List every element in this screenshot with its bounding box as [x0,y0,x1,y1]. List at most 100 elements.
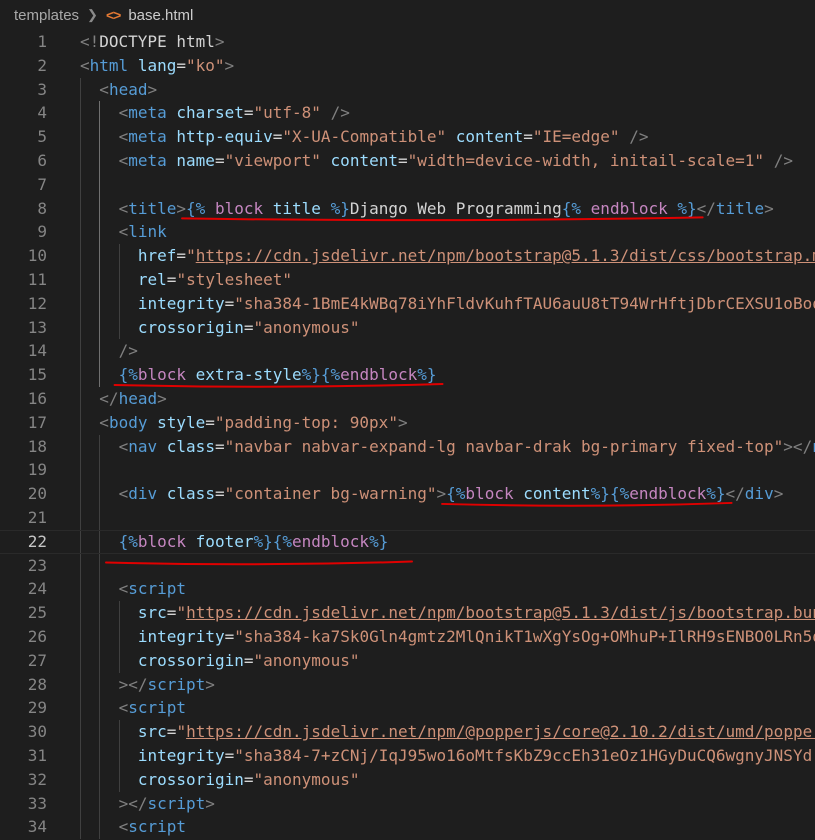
code-line[interactable]: 13 crossorigin="anonymous" [0,315,815,340]
indent-guide [80,434,81,459]
code-token: < [99,412,109,432]
line-number: 28 [27,674,47,694]
code-token: script [147,674,206,694]
code-line[interactable]: 8 <title>{% block title %}Django Web Prog… [0,196,815,221]
code-token: < [118,150,129,170]
code-token: = [166,603,177,623]
code-line[interactable]: 11 rel="stylesheet" [0,267,815,292]
code-token: = [176,246,187,266]
code-token: < [118,198,129,218]
code-line[interactable]: 29 <script [0,696,815,721]
indent-guide [99,553,101,578]
code-token: integrity [137,745,225,765]
line-number: 21 [27,507,47,527]
indent-guide [99,743,101,768]
line-number: 32 [27,769,47,789]
code-token: content [523,484,591,504]
code-token: endblock [629,484,707,504]
code-line[interactable]: 2 <html lang="ko"> [0,54,815,78]
code-line[interactable]: 9 <link [0,220,815,245]
code-line[interactable]: 10 href="https://cdn.jsdelivr.net/npm/boo… [0,244,815,268]
code-line[interactable]: 30 src="https://cdn.jsdelivr.net/npm/@pop… [0,720,815,744]
indent-guide [80,410,81,435]
code-line[interactable]: 24 <script [0,577,815,602]
code-token: title [128,198,177,218]
code-line[interactable]: 32 crossorigin="anonymous" [0,767,815,792]
code-line[interactable]: 16 </head> [0,386,815,411]
code-line[interactable]: 34 <script [0,815,815,840]
code-token: < [118,436,129,456]
code-line[interactable]: 22 {%block footer%}{%endblock%} [0,529,815,554]
code-line[interactable]: 1 <!DOCTYPE html> [0,30,815,54]
code-line[interactable]: 25 src="https://cdn.jsdelivr.net/npm/boot… [0,601,815,625]
code-text: <meta http-equiv="X-UA-Compatible" conte… [119,125,649,149]
code-token: integrity [137,293,225,313]
code-line[interactable]: 5 <meta http-equiv="X-UA-Compatible" cont… [0,125,815,149]
code-line[interactable]: 18 <nav class="navbar nabvar-expand-lg na… [0,434,815,459]
breadcrumb-folder[interactable]: templates [14,7,79,24]
code-line[interactable]: 17 <body style="padding-top: 90px"> [0,410,815,435]
code-line[interactable]: 31 integrity="sha384-7+zCNj/IqJ95wo16oMtf… [0,743,815,768]
indent-guide [99,125,101,149]
code-token: "ko" [185,55,225,75]
code-line[interactable]: 7 [0,172,815,197]
code-token: = [166,269,177,289]
code-line[interactable]: 19 [0,458,815,483]
code-text: {%block extra-style%}{%endblock%} [119,363,437,387]
code-token: > [205,674,215,694]
indent-guide [99,577,101,602]
line-number: 24 [27,579,47,599]
indent-guide [80,339,81,364]
code-token: div [128,484,158,504]
code-token: = [224,626,235,646]
code-line[interactable]: 33 ></script> [0,791,815,816]
indent-guide [99,101,101,126]
code-line[interactable]: 14 /> [0,339,815,364]
code-token: "sha384-1BmE4kWBq78iYhFldvKuhfTAU6auU8tT… [234,293,815,313]
code-text: <!DOCTYPE html> [80,30,225,54]
code-line[interactable]: 3 <head> [0,77,815,102]
code-token: style [157,412,206,432]
code-token: < [118,579,129,599]
code-line[interactable]: 12 integrity="sha384-1BmE4kWBq78iYhFldvKu… [0,291,815,316]
code-line[interactable]: 28 ></script> [0,672,815,697]
code-token: ></ [118,793,148,813]
indent-guide [118,291,120,316]
code-line[interactable]: 15 {%block extra-style%}{%endblock%} [0,363,815,387]
indent-guide [99,267,101,292]
breadcrumb-file[interactable]: base.html [128,7,193,24]
code-line[interactable]: 20 <div class="container bg-warning">{%bl… [0,482,815,506]
code-token: rel [137,269,167,289]
code-token: "sha384-7+zCNj/IqJ95wo16oMtfsKbZ9ccEh31e… [234,745,815,765]
code-token: crossorigin [137,769,244,789]
code-token: "utf-8" [253,103,321,123]
code-line[interactable]: 27 crossorigin="anonymous" [0,648,815,673]
indent-guide [99,791,101,816]
code-token: endblock [340,365,418,385]
line-number: 22 [27,531,47,551]
code-token: {% [320,365,341,385]
code-text: <link [119,220,167,244]
code-line[interactable]: 6 <meta name="viewport" content="width=de… [0,148,815,173]
code-editor[interactable]: 1 <!DOCTYPE html> 2 <html lang="ko"> 3 <head>… [0,30,815,840]
code-token: "container bg-warning" [224,484,437,504]
code-line[interactable]: 26 integrity="sha384-ka7Sk0Gln4gmtz2MlQni… [0,624,815,649]
code-token: https://cdn.jsdelivr.net/npm/bootstrap@5… [186,603,815,623]
code-line[interactable]: 4 <meta charset="utf-8" /> [0,101,815,126]
code-line[interactable]: 21 [0,505,815,530]
code-token: integrity [137,626,225,646]
code-token: < [118,127,129,147]
code-token: head [108,79,148,99]
code-token: = [166,722,177,742]
code-token: < [118,222,129,242]
code-line[interactable]: 23 [0,553,815,578]
line-number: 15 [27,365,47,385]
code-token: = [214,484,225,504]
line-number: 16 [27,388,47,408]
code-text: /> [119,339,138,363]
indent-guide [99,172,101,197]
